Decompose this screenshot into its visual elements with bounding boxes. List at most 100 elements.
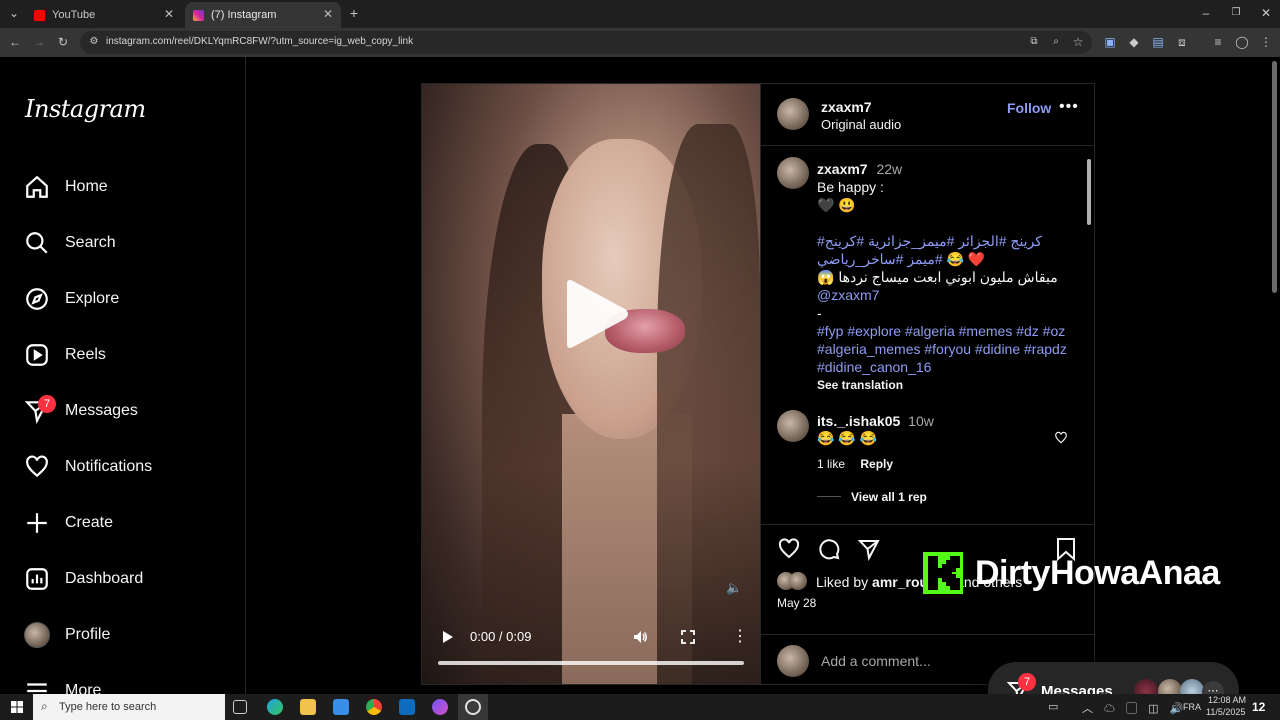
profile-icon[interactable]: ◯ (1234, 34, 1250, 50)
caption-hashtags[interactable]: #algeria_memes #foryou #didine #rapdz (817, 340, 1067, 358)
extensions-puzzle-icon[interactable]: ⧈ (1174, 34, 1190, 50)
edge-icon[interactable] (267, 699, 283, 715)
audio-label[interactable]: Original audio (821, 117, 901, 132)
fullscreen-icon[interactable] (681, 630, 695, 644)
author-avatar[interactable] (777, 98, 809, 130)
caption-author-avatar[interactable] (777, 157, 809, 189)
sidebar-item-notifications[interactable]: Notifications (24, 450, 234, 484)
close-tab-icon[interactable]: ✕ (323, 7, 333, 21)
instagram-logo[interactable]: Instagram (25, 95, 146, 123)
youtube-icon (34, 9, 45, 21)
chrome-icon[interactable] (366, 699, 382, 715)
tab-list-icon[interactable]: ⌄ (6, 5, 22, 21)
sidebar-item-search[interactable]: Search (24, 226, 234, 260)
zoom-icon[interactable]: ⌕ (1048, 34, 1064, 50)
clock-date[interactable]: 11/5/2025 (1206, 707, 1245, 717)
extension-icon[interactable]: ▤ (1150, 34, 1166, 50)
add-comment-input[interactable]: Add a comment... (821, 653, 931, 669)
caption-emoji: 🖤 😃 (817, 197, 856, 213)
sidebar-item-label: Home (65, 178, 108, 195)
browser-menu-icon[interactable]: ⋮ (1258, 34, 1274, 50)
messages-badge: 7 (38, 395, 56, 413)
reply-button[interactable]: Reply (860, 457, 893, 471)
notification-center-icon[interactable]: ▭ (1048, 700, 1058, 713)
play-icon[interactable] (442, 630, 454, 644)
sidebar-item-profile[interactable]: Profile (24, 618, 234, 652)
video-options-icon[interactable]: ⋮ (732, 626, 748, 646)
maximize-icon[interactable]: ❐ (1228, 5, 1244, 21)
outlook-icon[interactable] (399, 699, 415, 715)
home-icon (26, 175, 48, 198)
caption-arabic-tags[interactable]: كرينج #الجزائر #ميمز_جزائرية #كرينج# (817, 232, 1042, 250)
caption-arabic-tags[interactable]: #ميمز #ساخر_رياضي (817, 251, 943, 267)
page-scrollbar[interactable] (1272, 61, 1277, 293)
avatar (24, 622, 50, 648)
reading-list-icon[interactable]: ≡ (1210, 34, 1226, 50)
sidebar-item-label: Create (65, 514, 114, 531)
notification-count-badge[interactable]: 12 (1252, 700, 1265, 714)
search-icon: ⌕ (41, 699, 48, 713)
window-close-icon[interactable]: ✕ (1258, 5, 1274, 21)
comment-icon[interactable] (817, 537, 841, 561)
author-username[interactable]: zxaxm7 (821, 99, 872, 115)
reload-icon[interactable]: ↻ (55, 34, 71, 50)
back-icon[interactable]: ← (7, 34, 23, 50)
extension-icon[interactable]: ◆ (1126, 34, 1142, 50)
view-replies-link[interactable]: View all 1 rep (851, 488, 927, 506)
caption-mention[interactable]: @zxaxm7 (817, 286, 879, 304)
sidebar-item-home[interactable]: Home (24, 170, 234, 204)
caption-hashtags[interactable]: #fyp #explore #algeria #memes #dz #oz (817, 322, 1065, 340)
taskbar-search-input: Type here to search (59, 701, 157, 713)
address-bar[interactable]: ⚙ instagram.com/reel/DKLYqmRC8FW/?utm_so… (80, 31, 1092, 54)
tab-instagram[interactable]: (7) Instagram ✕ (185, 2, 341, 28)
translate-extension-icon[interactable]: ▣ (1102, 34, 1118, 50)
bookmark-star-icon[interactable]: ☆ (1070, 34, 1086, 50)
tab-youtube[interactable]: YouTube ✕ (26, 2, 182, 28)
scrollbar-thumb[interactable] (1087, 159, 1091, 225)
caption-header: zxaxm7 22w (817, 160, 902, 178)
commenter-avatar[interactable] (777, 410, 809, 442)
video-progress-bar[interactable] (438, 661, 744, 665)
clock-time[interactable]: 12:08 AM (1208, 695, 1246, 705)
sidebar-item-create[interactable]: Create (24, 506, 234, 540)
minimize-icon[interactable]: – (1198, 5, 1214, 21)
like-comment-icon[interactable] (1054, 431, 1068, 445)
streamer-watermark: DirtyHowaAnaa (923, 552, 1220, 594)
play-overlay-icon[interactable] (561, 276, 631, 352)
like-icon[interactable] (777, 537, 801, 561)
share-icon[interactable] (857, 537, 881, 561)
comment-author[interactable]: its._.ishak05 (817, 413, 900, 429)
sidebar-item-dashboard[interactable]: Dashboard (24, 562, 234, 596)
close-tab-icon[interactable]: ✕ (164, 7, 174, 21)
caption-author[interactable]: zxaxm7 (817, 161, 868, 177)
reel-video[interactable]: 🔈 0:00 / 0:09 ⋮ (422, 84, 760, 684)
tray-icons[interactable]: ︿ ☁ ▢ ◫ 🔊 (1082, 700, 1187, 716)
audio-muted-icon[interactable]: 🔈 (726, 580, 742, 596)
comments-scrollbar[interactable] (1085, 149, 1093, 521)
sidebar-item-messages[interactable]: 7 Messages (24, 394, 234, 428)
language-indicator[interactable]: FRA (1183, 702, 1201, 712)
instagram-icon (193, 9, 204, 21)
tab-title: YouTube (52, 9, 96, 21)
sidebar-item-explore[interactable]: Explore (24, 282, 234, 316)
follow-button[interactable]: Follow (1007, 100, 1051, 116)
app-icon[interactable] (432, 699, 448, 715)
install-app-icon[interactable]: ⧉ (1026, 34, 1042, 50)
sidebar-item-reels[interactable]: Reels (24, 338, 234, 372)
file-explorer-icon[interactable] (300, 699, 316, 715)
reels-icon (26, 344, 48, 366)
new-tab-icon[interactable]: + (346, 5, 362, 21)
task-view-icon[interactable] (233, 700, 247, 714)
caption-hashtags[interactable]: #didine_canon_16 (817, 358, 931, 376)
taskbar-search[interactable]: ⌕ Type here to search (33, 694, 225, 720)
windows-start-icon[interactable] (11, 701, 23, 713)
caption-arabic-tags-line: #ميمز #ساخر_رياضي 😂 ❤️ (817, 250, 985, 268)
comment-likes[interactable]: 1 like (817, 457, 845, 471)
sidebar-item-label: Messages (65, 402, 138, 419)
forward-icon[interactable]: → (31, 34, 47, 50)
store-icon[interactable] (333, 699, 349, 715)
site-info-icon[interactable]: ⚙ (86, 34, 102, 50)
more-options-icon[interactable]: ••• (1059, 98, 1079, 116)
see-translation-link[interactable]: See translation (817, 376, 903, 394)
volume-icon[interactable] (632, 629, 648, 645)
